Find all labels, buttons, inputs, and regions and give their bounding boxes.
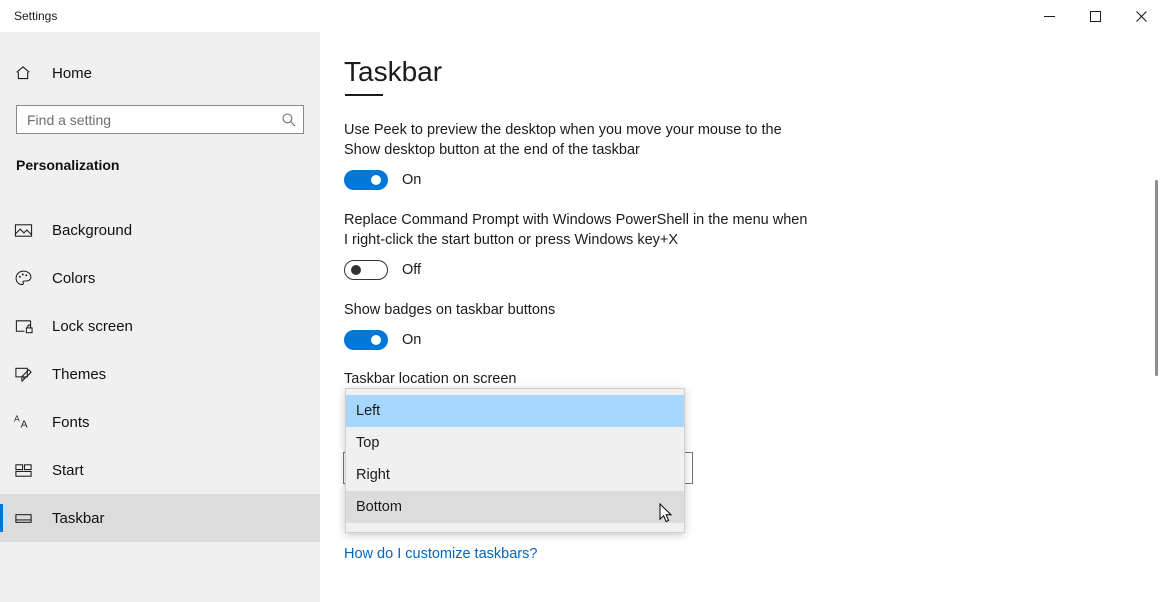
toggle-row: On [344,330,555,350]
image-icon [14,221,38,240]
svg-text:A: A [14,413,20,423]
sidebar-item-themes[interactable]: Themes [0,350,320,398]
window-controls [1026,0,1164,32]
setting-peek-preview: Use Peek to preview the desktop when you… [344,120,814,190]
taskbar-location-label: Taskbar location on screen [344,371,517,387]
minimize-button[interactable] [1026,0,1072,32]
sidebar-item-label: Fonts [52,413,90,431]
maximize-button[interactable] [1072,0,1118,32]
taskbar-location-field: Taskbar location on screen [344,371,517,387]
sidebar-item-label: Start [52,461,84,479]
setting-description: Replace Command Prompt with Windows Powe… [344,212,808,248]
dropdown-option-left[interactable]: Left [346,395,684,427]
title-underline [345,94,383,96]
brush-icon [14,365,38,384]
search-box[interactable] [16,105,304,134]
toggle-knob [371,175,381,185]
home-icon [14,64,38,82]
dropdown-option-label: Top [356,435,380,451]
sidebar-nav: Background Colors Lock screen Themes A A… [0,206,320,542]
sidebar-item-label: Themes [52,365,107,383]
sidebar-item-label: Background [52,221,133,239]
window-title: Settings [14,9,58,23]
title-bar: Settings [0,0,1164,32]
peek-preview-toggle[interactable] [344,170,388,190]
search-input[interactable] [17,111,275,128]
sidebar-item-home[interactable]: Home [0,56,320,90]
palette-icon [14,269,38,288]
setting-description: Use Peek to preview the desktop when you… [344,122,782,158]
sidebar-item-colors[interactable]: Colors [0,254,320,302]
maximize-icon [1089,10,1101,22]
page-title: Taskbar [344,56,443,87]
fonts-icon: A A [14,413,38,432]
sidebar-item-start[interactable]: Start [0,446,320,494]
sidebar-item-background[interactable]: Background [0,206,320,254]
sidebar-item-label: Colors [52,269,96,287]
dropdown-option-label: Bottom [356,499,402,515]
toggle-state-label: Off [402,262,422,278]
sidebar-item-label: Lock screen [52,317,133,335]
dropdown-option-label: Right [356,467,390,483]
close-button[interactable] [1118,0,1164,32]
sidebar-item-lock-screen[interactable]: Lock screen [0,302,320,350]
lock-screen-icon [14,317,38,336]
replace-command-prompt-toggle[interactable] [344,260,388,280]
sidebar-item-taskbar[interactable]: Taskbar [0,494,320,542]
svg-text:A: A [21,419,28,430]
start-tiles-icon [14,461,38,480]
toggle-state-label: On [402,332,422,348]
sidebar-item-fonts[interactable]: A A Fonts [0,398,320,446]
selection-indicator [0,504,3,532]
settings-window: Settings Home Find a setting Personaliza… [0,0,1164,602]
close-icon [1135,10,1147,22]
sidebar-item-label: Taskbar [52,509,105,527]
setting-show-badges: Show badges on taskbar buttons On [344,300,555,350]
toggle-row: Off [344,260,814,280]
dropdown-option-bottom[interactable]: Bottom [346,491,684,523]
taskbar-location-dropdown[interactable]: Left Top Right Bottom [345,388,685,533]
toggle-knob [371,335,381,345]
search-icon [275,112,303,128]
setting-replace-command-prompt: Replace Command Prompt with Windows Powe… [344,210,814,280]
taskbar-icon [14,509,38,528]
content-scrollbar[interactable] [1148,32,1164,602]
toggle-row: On [344,170,814,190]
dropdown-option-top[interactable]: Top [346,427,684,459]
show-badges-toggle[interactable] [344,330,388,350]
scrollbar-thumb[interactable] [1155,180,1158,376]
minimize-icon [1043,15,1055,17]
dropdown-option-right[interactable]: Right [346,459,684,491]
sidebar-home-label: Home [52,64,93,82]
customize-taskbars-link[interactable]: How do I customize taskbars? [344,546,537,562]
toggle-knob [351,265,361,275]
dropdown-option-label: Left [356,403,381,419]
sidebar: Home Personalization [0,0,320,602]
setting-description: Show badges on taskbar buttons [344,302,556,318]
toggle-state-label: On [402,172,422,188]
sidebar-section-title: Personalization [16,157,120,173]
